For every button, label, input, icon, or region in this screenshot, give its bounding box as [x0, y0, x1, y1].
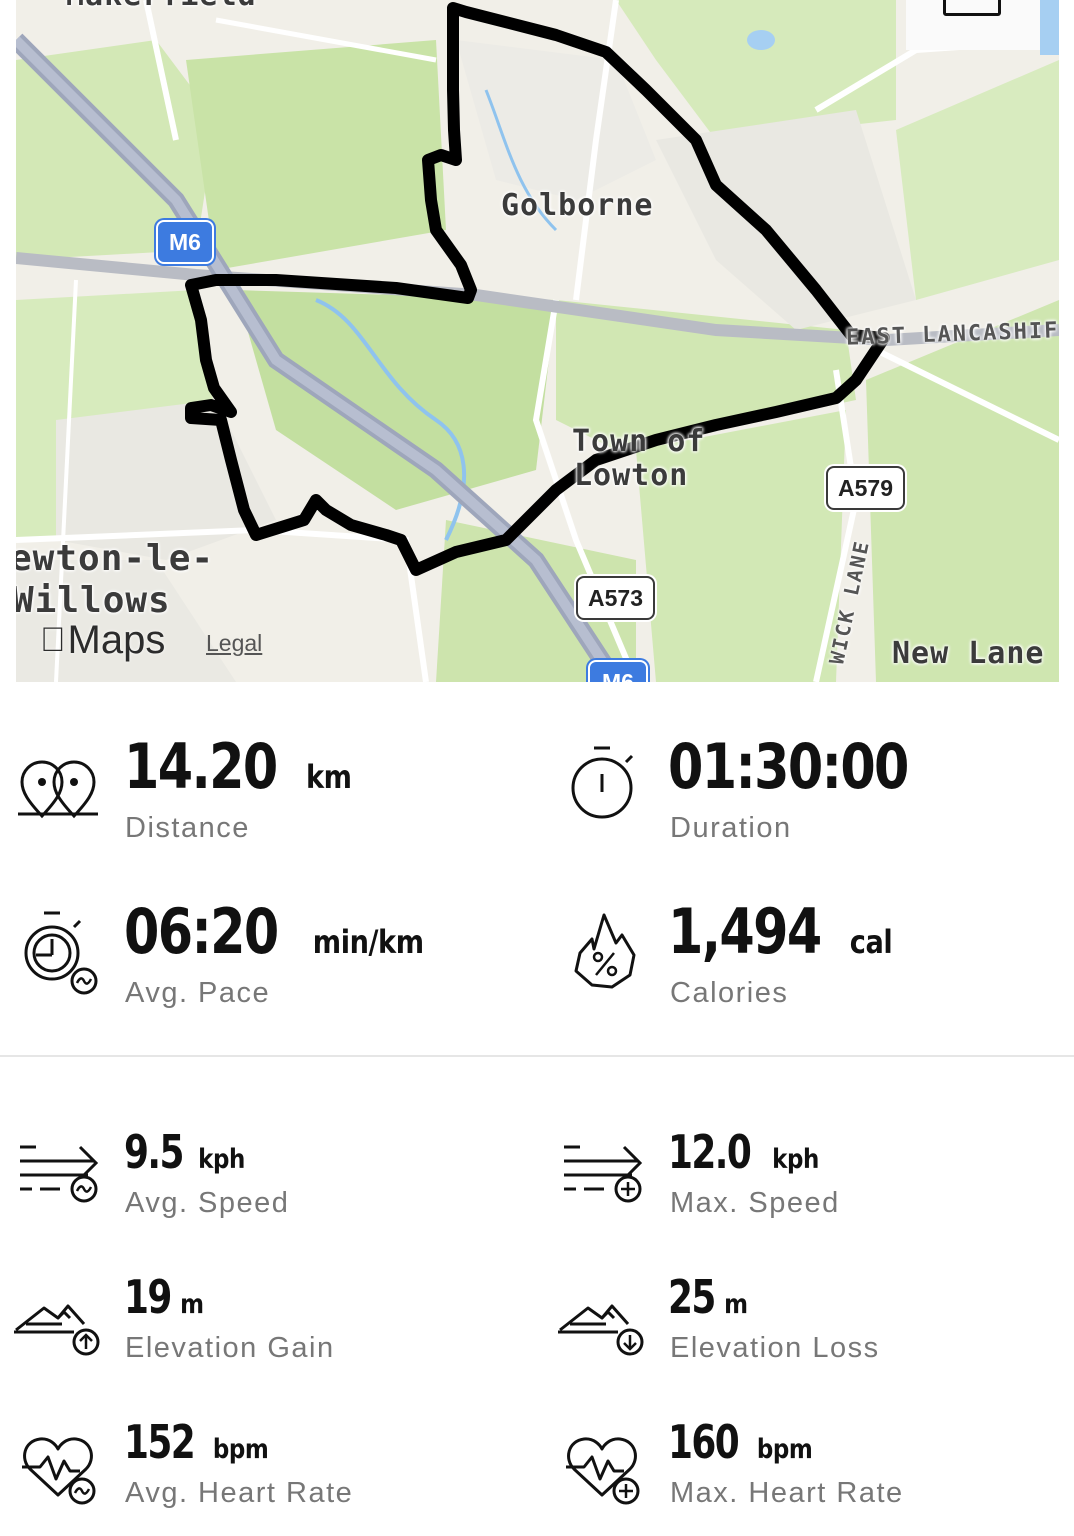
elevation-loss-value: 25 — [668, 1270, 716, 1324]
route-pins-icon — [18, 760, 98, 819]
calories-value: 1,494 — [668, 895, 822, 968]
stat-avg-pace: 06:20 min/km Avg. Pace — [18, 895, 538, 1009]
map-label-newton-2: Willows — [16, 580, 171, 621]
map-label-top-partial: Makerfield — [66, 0, 257, 13]
road-shield-m6-upper: M6 — [156, 220, 214, 264]
calories-unit: cal — [849, 923, 893, 961]
avg-speed-value: 9.5 — [124, 1125, 184, 1179]
section-divider — [0, 1055, 1074, 1057]
elevation-loss-label: Elevation Loss — [670, 1332, 880, 1364]
max-speed-unit: kph — [771, 1144, 819, 1175]
stat-avg-heart-rate: 152 bpm Avg. Heart Rate — [18, 1415, 538, 1525]
avg-speed-label: Avg. Speed — [125, 1187, 290, 1219]
distance-unit: km — [306, 758, 352, 796]
map-label-new-lane: New Lane — [892, 636, 1045, 671]
heart-max-icon — [566, 1437, 640, 1505]
stat-distance: 14.20 km Distance — [18, 730, 538, 844]
heart-avg-icon — [22, 1437, 96, 1505]
elevation-gain-unit: m — [180, 1289, 204, 1320]
avg-heart-rate-label: Avg. Heart Rate — [125, 1477, 354, 1509]
stat-avg-speed: 9.5 kph Avg. Speed — [18, 1125, 538, 1235]
stat-elevation-gain: 19 m Elevation Gain — [14, 1270, 534, 1380]
max-speed-label: Max. Speed — [670, 1187, 840, 1219]
apple-maps-logo:  Maps — [40, 618, 165, 663]
avg-speed-unit: kph — [197, 1144, 245, 1175]
flame-percent-icon — [574, 913, 636, 989]
map-label-town-of-lowton-2: Lowton — [574, 458, 689, 493]
water-edge — [1040, 0, 1059, 55]
avg-pace-unit: min/km — [313, 923, 424, 961]
elevation-gain-value: 19 — [124, 1270, 172, 1324]
maps-logo-text: Maps — [42, 618, 166, 662]
map-label-newton-1: ewton-le- — [16, 538, 215, 579]
avg-heart-rate-value: 152 — [124, 1415, 196, 1469]
max-heart-rate-label: Max. Heart Rate — [670, 1477, 904, 1509]
calories-label: Calories — [670, 977, 789, 1009]
duration-label: Duration — [670, 812, 792, 844]
map-label-town-of-lowton-1: Town of — [572, 424, 706, 459]
duration-value: 01:30:00 — [668, 730, 909, 803]
mountain-down-icon — [558, 1304, 644, 1356]
stat-max-speed: 12.0 kph Max. Speed — [562, 1125, 1052, 1235]
speed-max-icon — [564, 1145, 643, 1203]
road-shield-a573: A573 — [576, 576, 655, 620]
stat-duration: 01:30:00 Duration — [570, 730, 1050, 844]
road-shield-a579: A579 — [826, 466, 905, 510]
stat-calories: 1,494 cal Calories — [570, 895, 1050, 1009]
stat-max-heart-rate: 160 bpm Max. Heart Rate — [562, 1415, 1052, 1525]
map-label-golborne: Golborne — [501, 188, 654, 223]
mountain-up-icon — [14, 1304, 100, 1356]
max-heart-rate-unit: bpm — [756, 1434, 813, 1465]
avg-pace-label: Avg. Pace — [125, 977, 271, 1009]
elevation-loss-unit: m — [724, 1289, 748, 1320]
stat-elevation-loss: 25 m Elevation Loss — [558, 1270, 1052, 1380]
distance-value: 14.20 — [124, 730, 278, 803]
avg-pace-value: 06:20 — [124, 895, 279, 968]
elevation-gain-label: Elevation Gain — [125, 1332, 335, 1364]
avg-heart-rate-unit: bpm — [212, 1434, 269, 1465]
road-shield-m6-lower: M6 — [588, 660, 648, 682]
speed-avg-icon — [20, 1145, 99, 1203]
route-map[interactable]: Makerfield Golborne Town of Lowton ewton… — [16, 0, 1059, 682]
apple-logo-icon:  — [40, 621, 66, 660]
distance-label: Distance — [125, 812, 250, 844]
expand-icon — [943, 0, 1001, 16]
map-expand-button[interactable] — [906, 0, 1040, 50]
stopwatch-icon — [571, 746, 634, 819]
max-heart-rate-value: 160 — [668, 1415, 740, 1469]
max-speed-value: 12.0 — [668, 1125, 752, 1179]
pace-timer-icon — [24, 911, 98, 995]
legal-link[interactable]: Legal — [206, 630, 262, 657]
